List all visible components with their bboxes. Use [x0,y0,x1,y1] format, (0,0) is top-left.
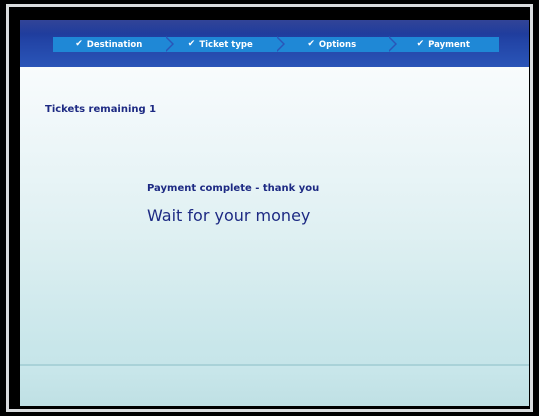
step-payment: ✔ Payment [387,37,499,52]
kiosk-bezel: ✔ Destination ✔ Ticket type ✔ Options ✔ … [0,0,539,416]
kiosk-screen: ✔ Destination ✔ Ticket type ✔ Options ✔ … [20,20,529,406]
checkmark-icon: ✔ [75,39,83,49]
step-options: ✔ Options [276,36,396,52]
tickets-remaining: Tickets remaining 1 [45,104,157,115]
step-label: Ticket type [199,39,253,50]
footer-bar [20,366,529,406]
checkmark-icon: ✔ [187,39,196,49]
step-label: Options [318,39,357,50]
checkmark-icon: ✔ [307,39,315,49]
checkmark-icon: ✔ [416,39,425,49]
step-label: Payment [428,39,470,50]
wait-for-money-message: Wait for your money [147,206,311,225]
step-ticket-type: ✔ Ticket type [164,36,285,52]
payment-complete-message: Payment complete - thank you [147,183,320,194]
header-bar: ✔ Destination ✔ Ticket type ✔ Options ✔ … [20,20,529,67]
progress-steps: ✔ Destination ✔ Ticket type ✔ Options ✔ … [53,36,499,52]
step-destination: ✔ Destination [53,36,173,52]
header-shine [20,20,529,34]
step-label: Destination [86,39,143,50]
